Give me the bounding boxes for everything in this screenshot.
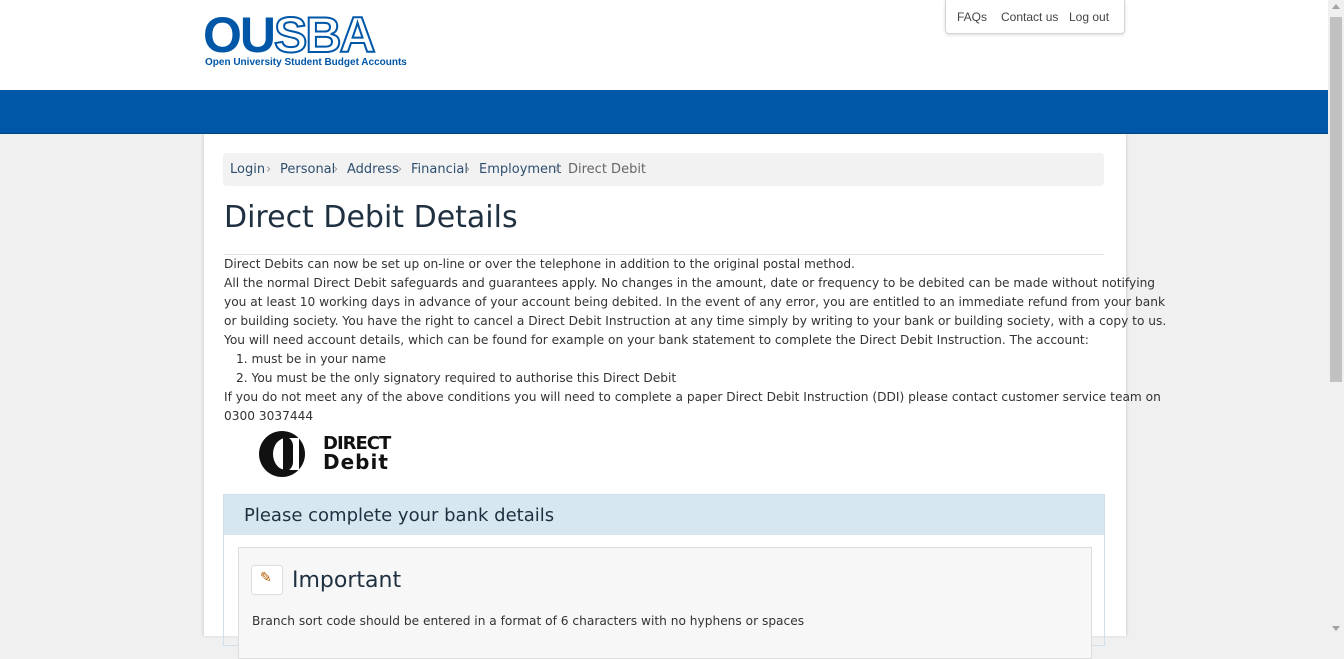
panel-title: Please complete your bank details [244, 505, 555, 526]
intro-line: you at least 10 working days in advance … [224, 295, 1166, 309]
chevron-right-icon: › [266, 162, 272, 177]
breadcrumb-direct-debit: Direct Debit [568, 162, 647, 177]
phone-number: 0300 3037444 [224, 409, 314, 423]
important-title: Important [292, 568, 402, 593]
closing-line: If you do not meet any of the above cond… [224, 390, 1161, 404]
site-header: OUSBA Open University Student Budget Acc… [0, 0, 1328, 90]
chevron-right-icon: › [333, 162, 339, 177]
top-links: FAQs Contact us Log out [945, 0, 1125, 34]
scroll-up-arrow-icon[interactable] [1332, 4, 1340, 9]
logo-wordmark: OUSBA [203, 6, 377, 64]
breadcrumb-login[interactable]: Login [230, 162, 265, 177]
chevron-right-icon: › [554, 162, 560, 177]
pencil-icon: ✎ [251, 565, 283, 595]
faqs-link[interactable]: FAQs [957, 10, 987, 24]
panel-header: Please complete your bank details [224, 495, 1104, 535]
breadcrumb-personal[interactable]: Personal [280, 162, 335, 177]
requirement-item: 2. You must be the only signatory requir… [236, 371, 677, 385]
main-content: Login › Personal › Address › Financial ›… [203, 134, 1166, 659]
logo-subtitle: Open University Student Budget Accounts [205, 57, 407, 68]
important-notice: ✎ Important Branch sort code should be e… [238, 547, 1092, 659]
chevron-right-icon: › [465, 162, 471, 177]
direct-debit-logo: DIRECT Debit [259, 431, 401, 477]
intro-line: You will need account details, which can… [224, 333, 1089, 347]
contact-us-link[interactable]: Contact us [1001, 10, 1058, 24]
log-out-link[interactable]: Log out [1069, 10, 1109, 24]
page-title: Direct Debit Details [224, 200, 518, 235]
intro-line: All the normal Direct Debit safeguards a… [224, 276, 1156, 290]
direct-debit-mark-icon [259, 431, 305, 477]
intro-line: Direct Debits can now be set up on-line … [224, 257, 855, 271]
breadcrumb-address[interactable]: Address [347, 162, 399, 177]
nav-bar [0, 90, 1328, 134]
bank-details-panel: Please complete your bank details ✎ Impo… [223, 494, 1105, 659]
breadcrumb-financial[interactable]: Financial [411, 162, 468, 177]
breadcrumb-employment[interactable]: Employment [479, 162, 561, 177]
scroll-down-arrow-icon[interactable] [1332, 626, 1340, 631]
vertical-scrollbar[interactable] [1328, 0, 1344, 636]
chevron-right-icon: › [397, 162, 403, 177]
ousba-logo[interactable]: OUSBA Open University Student Budget Acc… [203, 6, 407, 71]
breadcrumb: Login › Personal › Address › Financial ›… [223, 153, 1104, 186]
important-text: Branch sort code should be entered in a … [252, 614, 805, 628]
requirement-item: 1. must be in your name [236, 352, 387, 366]
intro-line: or building society. You have the right … [224, 314, 1167, 328]
scrollbar-thumb[interactable] [1330, 17, 1342, 382]
